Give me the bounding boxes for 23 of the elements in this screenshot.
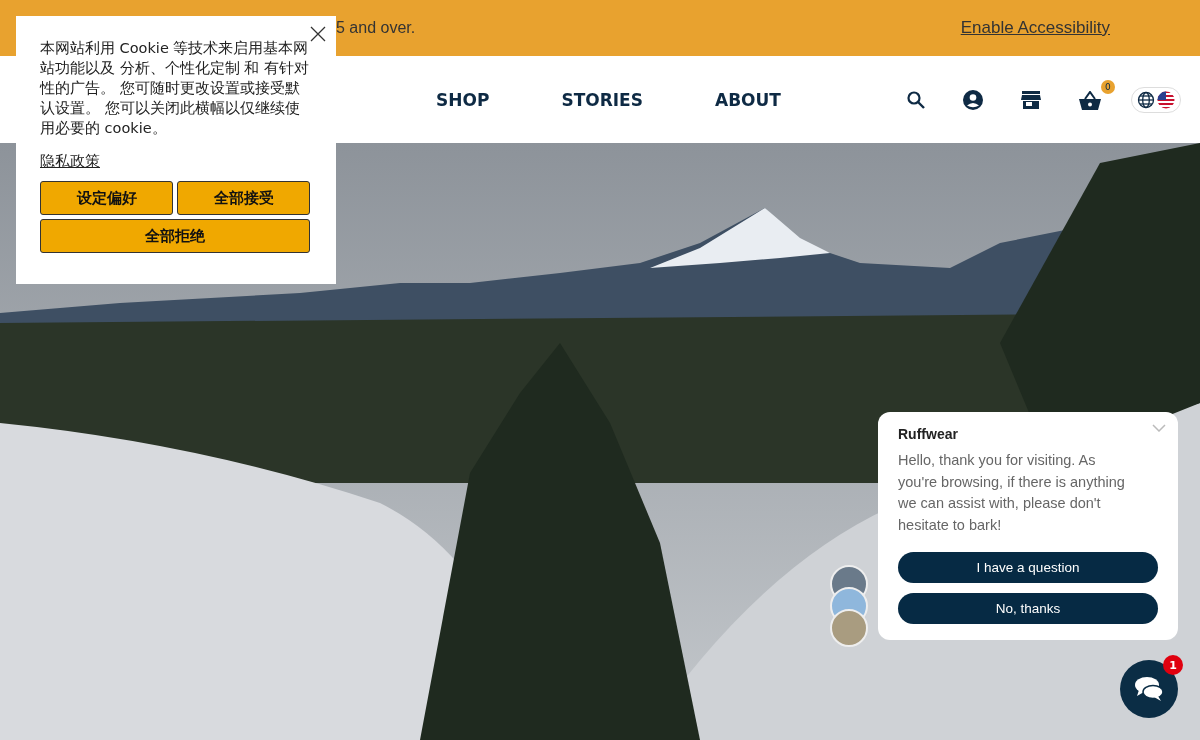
- announcement-text: 5 and over.: [336, 19, 416, 37]
- search-icon[interactable]: [906, 90, 925, 109]
- globe-icon: [1136, 90, 1155, 109]
- account-icon[interactable]: [962, 89, 983, 110]
- enable-accessibility-link[interactable]: Enable Accessibility: [960, 18, 1110, 38]
- cookie-button[interactable]: 全部拒绝: [40, 219, 310, 253]
- chat-message: Hello, thank you for visiting. As you're browsing, if there is anything we can assist with, please don't hesitate to bark!: [898, 451, 1126, 535]
- close-icon[interactable]: [310, 26, 326, 42]
- nav-link[interactable]: SHOP: [400, 89, 526, 110]
- cart-count-badge: 0: [1100, 79, 1115, 94]
- nav-link[interactable]: ABOUT: [678, 89, 817, 110]
- store-icon[interactable]: [1020, 90, 1041, 109]
- nav-link[interactable]: STORIES: [525, 89, 679, 110]
- cookie-notice-text: 本网站利用 Cookie 等技术来启用基本网站功能以及 分析、个性化定制 和 有针对性的广告。 您可随时更改设置或接受默认设置。 您可以关闭此横幅以仅继续使用必要的 cookie。: [40, 39, 310, 138]
- privacy-policy-link[interactable]: 隐私政策: [40, 152, 100, 171]
- chat-reply-button[interactable]: No, thanks: [898, 593, 1158, 624]
- chat-title: Ruffwear: [898, 426, 959, 442]
- flag-icon: [1156, 90, 1175, 109]
- basket-icon[interactable]: [1078, 90, 1101, 111]
- chat-reply-button[interactable]: I have a question: [898, 552, 1158, 583]
- cookie-button[interactable]: 设定偏好: [40, 181, 173, 215]
- chat-bubbles-icon: [1134, 676, 1164, 702]
- cookie-button[interactable]: 全部接受: [177, 181, 310, 215]
